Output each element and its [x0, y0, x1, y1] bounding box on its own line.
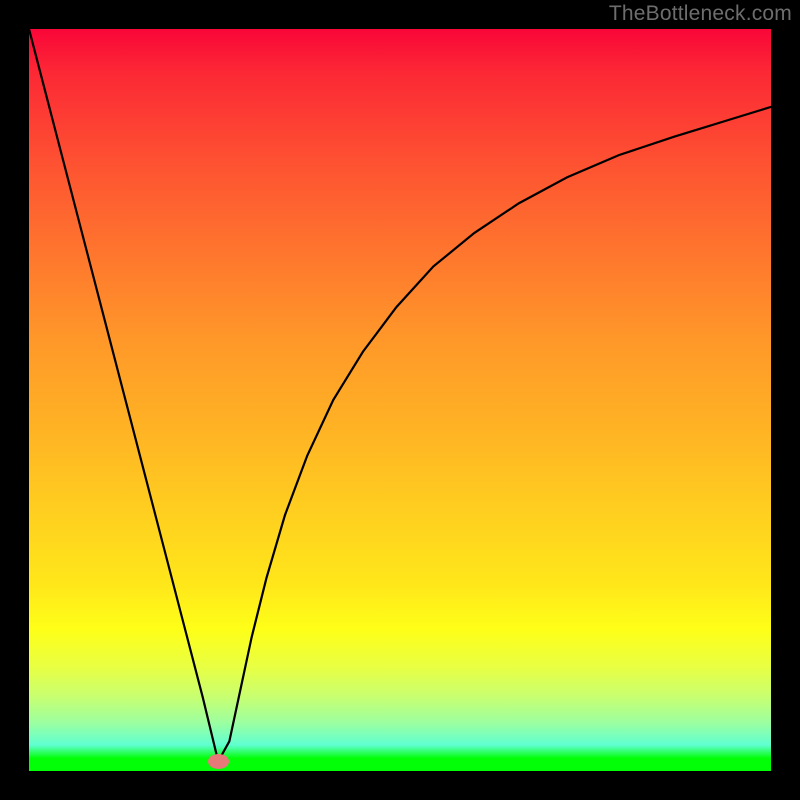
plot-area	[29, 29, 771, 771]
watermark-label: TheBottleneck.com	[609, 2, 792, 26]
chart-stage: TheBottleneck.com	[0, 0, 800, 800]
minimum-marker	[208, 754, 229, 769]
bottleneck-curve	[29, 29, 771, 771]
